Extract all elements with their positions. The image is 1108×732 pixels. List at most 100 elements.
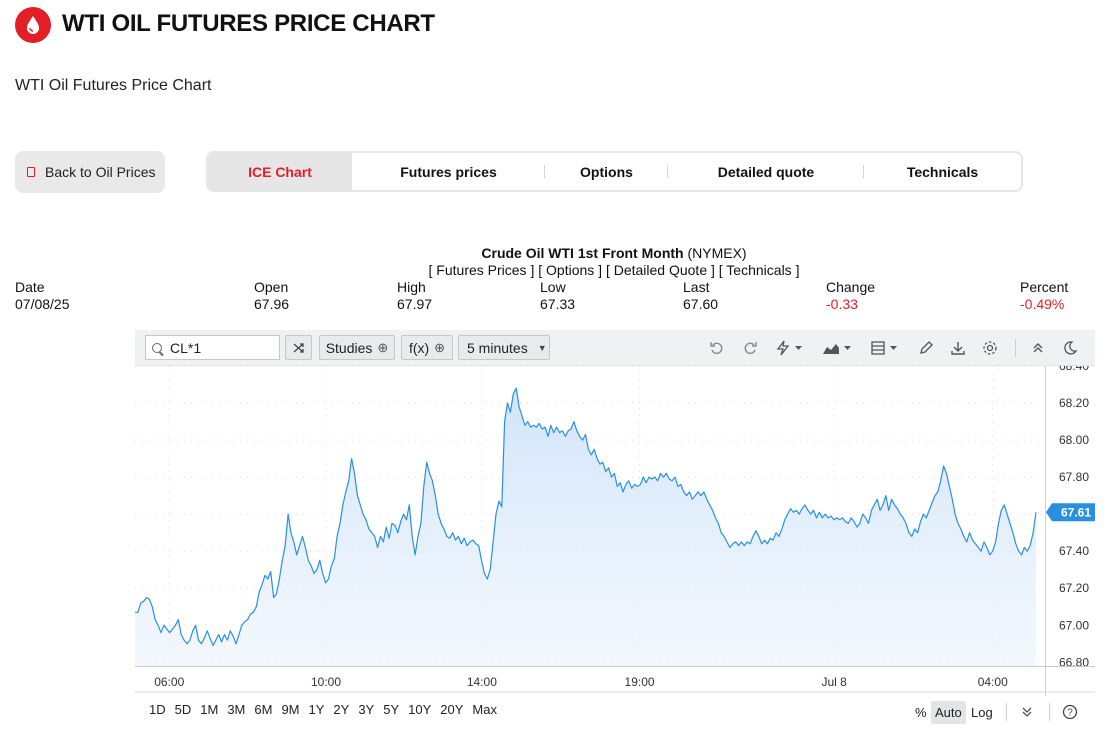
- log-label: Log: [971, 704, 993, 720]
- range-button-2y[interactable]: 2Y: [333, 702, 349, 722]
- tab-options[interactable]: Options: [545, 153, 668, 190]
- field-value: 67.97: [397, 296, 433, 312]
- x-tick-label: 04:00: [978, 675, 1008, 689]
- logo-icon: [15, 7, 51, 43]
- x-tick-label: 06:00: [154, 675, 184, 689]
- studies-button[interactable]: Studies ⊕: [319, 335, 395, 360]
- y-tick-label: 67.20: [1059, 581, 1089, 595]
- quote-percent: Percent -0.49%: [1020, 279, 1068, 313]
- fx-label: f(x): [408, 339, 430, 356]
- dark-mode-icon[interactable]: [1062, 338, 1078, 358]
- range-button-5y[interactable]: 5Y: [383, 702, 399, 722]
- quote-title: Crude Oil WTI 1st Front Month (NYMEX): [0, 245, 1108, 261]
- plus-circle-icon: ⊕: [434, 339, 446, 355]
- tab-technicals[interactable]: Technicals: [864, 153, 1021, 190]
- symbol-input[interactable]: CL*1: [145, 335, 280, 360]
- field-value: 67.96: [254, 296, 290, 312]
- y-tick-label: 68.00: [1059, 433, 1089, 447]
- help-icon[interactable]: ?: [1062, 700, 1078, 724]
- price-area: [135, 388, 1036, 666]
- tab-ice-chart[interactable]: ICE Chart: [208, 153, 352, 190]
- link-futures-prices[interactable]: [ Futures Prices ]: [429, 262, 535, 278]
- quote-change: Change -0.33: [826, 279, 875, 313]
- range-button-9m[interactable]: 9M: [281, 702, 299, 722]
- y-tick-label: 68.20: [1059, 396, 1089, 410]
- quote-exchange: (NYMEX): [687, 245, 747, 261]
- chart-type-icon[interactable]: [822, 338, 854, 358]
- range-button-1d[interactable]: 1D: [149, 702, 166, 722]
- settings-icon[interactable]: [982, 338, 998, 358]
- lightning-icon[interactable]: [775, 338, 805, 358]
- search-icon: [152, 342, 162, 353]
- price-chart[interactable]: 66.8067.0067.2067.4067.6067.8068.0068.20…: [135, 366, 1095, 696]
- back-to-oil-prices-button[interactable]: Back to Oil Prices: [15, 151, 165, 193]
- field-label: Date: [15, 279, 45, 295]
- x-tick-label: 14:00: [467, 675, 497, 689]
- pencil-icon[interactable]: [918, 338, 934, 358]
- y-tick-label: 67.40: [1059, 544, 1089, 558]
- tab-label: Detailed quote: [717, 163, 815, 180]
- interval-label: 5 minutes: [467, 339, 528, 356]
- redo-icon[interactable]: [742, 338, 758, 358]
- percent-toggle[interactable]: %: [915, 700, 927, 724]
- range-selector: 1D 5D 1M 3M 6M 9M 1Y 2Y 3Y 5Y 10Y 20Y Max: [135, 702, 497, 722]
- quote-open: Open 67.96: [254, 279, 289, 313]
- plus-circle-icon: ⊕: [377, 339, 389, 355]
- back-icon: [27, 167, 35, 177]
- link-technicals[interactable]: [ Technicals ]: [719, 262, 800, 278]
- template-icon[interactable]: [870, 338, 902, 358]
- fx-button[interactable]: f(x) ⊕: [401, 335, 453, 360]
- log-scale-toggle[interactable]: Log: [971, 700, 993, 724]
- range-button-20y[interactable]: 20Y: [440, 702, 463, 722]
- chart-toolbar: CL*1 Studies ⊕ f(x) ⊕ 5 minutes ▼: [135, 330, 1095, 366]
- compare-icon: [293, 342, 304, 353]
- undo-icon[interactable]: [709, 338, 725, 358]
- symbol-value: CL*1: [170, 339, 202, 356]
- tab-label: ICE Chart: [248, 163, 312, 180]
- tab-label: Futures prices: [400, 163, 497, 180]
- tab-label: Technicals: [906, 163, 979, 180]
- range-button-10y[interactable]: 10Y: [408, 702, 431, 722]
- range-button-3m[interactable]: 3M: [227, 702, 245, 722]
- page-subtitle: WTI Oil Futures Price Chart: [15, 77, 212, 94]
- field-label: Percent: [1020, 279, 1069, 295]
- tab-futures-prices[interactable]: Futures prices: [352, 153, 545, 190]
- range-button-5d[interactable]: 5D: [175, 702, 192, 722]
- field-label: High: [397, 279, 426, 295]
- collapse-footer-icon[interactable]: [1021, 700, 1033, 724]
- quote-links: [ Futures Prices ] [ Options ] [ Detaile…: [0, 262, 1108, 278]
- x-tick-label: 19:00: [625, 675, 655, 689]
- field-label: Open: [254, 279, 289, 295]
- caret-down-icon: ▼: [537, 342, 547, 353]
- range-button-3y[interactable]: 3Y: [358, 702, 374, 722]
- quote-name: Crude Oil WTI 1st Front Month: [481, 245, 684, 261]
- quote-last: Last 67.60: [683, 279, 718, 313]
- range-button-1m[interactable]: 1M: [200, 702, 218, 722]
- range-button-max[interactable]: Max: [472, 702, 497, 722]
- y-tick-label: 66.80: [1059, 655, 1089, 669]
- range-button-1y[interactable]: 1Y: [309, 702, 325, 722]
- range-button-6m[interactable]: 6M: [254, 702, 272, 722]
- toolbar-divider: [1015, 339, 1016, 357]
- field-value: -0.49%: [1020, 296, 1065, 312]
- compare-button[interactable]: [285, 335, 312, 360]
- tab-bar: ICE Chart Futures prices Options Detaile…: [206, 151, 1023, 192]
- download-icon[interactable]: [950, 338, 966, 358]
- x-tick-label: 10:00: [311, 675, 341, 689]
- percent-label: %: [915, 704, 927, 720]
- link-options[interactable]: [ Options ]: [538, 262, 602, 278]
- last-price-label: 67.61: [1061, 505, 1091, 519]
- quote-low: Low 67.33: [540, 279, 575, 313]
- link-detailed-quote[interactable]: [ Detailed Quote ]: [606, 262, 715, 278]
- field-label: Change: [826, 279, 876, 295]
- collapse-icon[interactable]: [1031, 338, 1045, 358]
- page-title: WTI OIL FUTURES PRICE CHART: [62, 10, 435, 37]
- back-button-label: Back to Oil Prices: [45, 164, 156, 180]
- tab-detailed-quote[interactable]: Detailed quote: [668, 153, 864, 190]
- field-label: Last: [683, 279, 710, 295]
- interval-select[interactable]: 5 minutes ▼: [458, 335, 550, 360]
- field-value: -0.33: [826, 296, 858, 312]
- auto-scale-toggle[interactable]: Auto: [931, 700, 966, 724]
- chart-widget: CL*1 Studies ⊕ f(x) ⊕ 5 minutes ▼ 66.80 …: [135, 330, 1095, 730]
- svg-text:?: ?: [1067, 708, 1073, 719]
